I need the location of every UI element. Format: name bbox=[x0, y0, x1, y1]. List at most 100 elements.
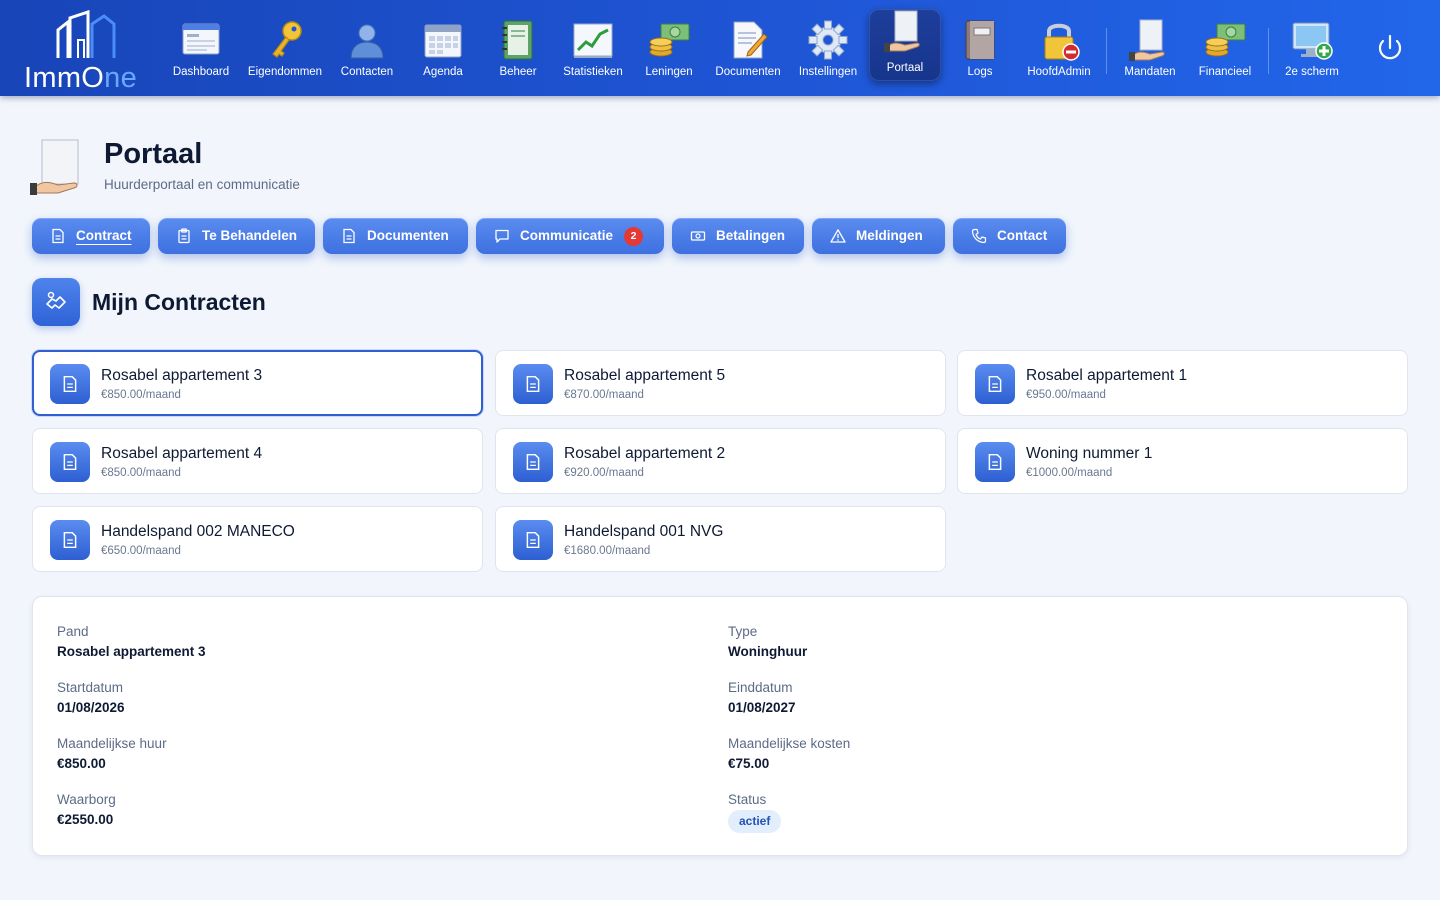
contract-details-panel: Pand Rosabel appartement 3 Type Woninghu… bbox=[32, 596, 1408, 856]
nav-label: 2e scherm bbox=[1285, 66, 1339, 78]
contract-name: Handelspand 001 NVG bbox=[564, 523, 724, 540]
immone-logo[interactable]: ImmOne bbox=[24, 8, 150, 94]
contract-price: €650.00/maand bbox=[101, 545, 181, 557]
contract-name: Handelspand 002 MANECO bbox=[101, 523, 295, 540]
contract-card[interactable]: Rosabel appartement 5 €870.00/maand bbox=[495, 350, 946, 416]
contract-price: €920.00/maand bbox=[564, 467, 644, 479]
contract-price: €1000.00/maand bbox=[1026, 467, 1113, 479]
dashboard-window-icon bbox=[182, 23, 220, 55]
nav-2e-scherm[interactable]: 2e scherm bbox=[1273, 10, 1351, 82]
waarborg-value: €2550.00 bbox=[57, 812, 114, 827]
einddatum-label: Einddatum bbox=[728, 680, 793, 695]
contract-document-icon bbox=[513, 442, 553, 482]
contract-name: Rosabel appartement 4 bbox=[101, 445, 263, 462]
section-title: Mijn Contracten bbox=[92, 289, 266, 315]
contract-card[interactable]: Handelspand 001 NVG €1680.00/maand bbox=[495, 506, 946, 572]
contract-price: €870.00/maand bbox=[564, 389, 644, 401]
top-navigation-bar: ImmOne Dashboard Eigendommen Contacten A… bbox=[0, 0, 1440, 96]
hand-document-icon bbox=[1129, 19, 1165, 61]
nav-financieel[interactable]: Financieel bbox=[1186, 10, 1264, 82]
portal-page-icon bbox=[30, 139, 79, 195]
person-icon bbox=[350, 24, 384, 59]
contract-card[interactable]: Rosabel appartement 1 €950.00/maand bbox=[957, 350, 1408, 416]
type-value: Woninghuur bbox=[728, 644, 808, 659]
contract-document-icon bbox=[50, 364, 90, 404]
contract-document-icon bbox=[513, 520, 553, 560]
banknote-icon bbox=[690, 231, 706, 241]
nav-label: HoofdAdmin bbox=[1027, 66, 1091, 78]
document-pen-icon bbox=[733, 21, 768, 59]
contract-card[interactable]: Handelspand 002 MANECO €650.00/maand bbox=[32, 506, 483, 572]
nav-documenten[interactable]: Documenten bbox=[709, 10, 787, 82]
nav-label: Financieel bbox=[1198, 66, 1252, 78]
money-coins-icon bbox=[649, 23, 690, 57]
contract-card[interactable]: Woning nummer 1 €1000.00/maand bbox=[957, 428, 1408, 494]
clipboard-icon bbox=[178, 228, 190, 244]
contract-document-icon bbox=[513, 364, 553, 404]
tab-label: Contact bbox=[997, 228, 1048, 243]
pand-label: Pand bbox=[57, 624, 89, 639]
hand-document-icon bbox=[884, 10, 920, 52]
tab-label: Betalingen bbox=[716, 228, 786, 243]
type-label: Type bbox=[728, 624, 758, 639]
tab-label: Meldingen bbox=[856, 228, 923, 243]
tab-label: Documenten bbox=[367, 228, 449, 243]
contract-name: Rosabel appartement 5 bbox=[564, 367, 726, 384]
kosten-value: €75.00 bbox=[728, 756, 770, 771]
contract-handshake-icon bbox=[32, 278, 80, 326]
power-icon bbox=[1378, 34, 1402, 60]
tab-contact[interactable]: Contact bbox=[953, 218, 1066, 254]
power-button[interactable] bbox=[1374, 30, 1406, 66]
status-label: Status bbox=[728, 792, 767, 807]
tab-betalingen[interactable]: Betalingen bbox=[672, 218, 804, 254]
contract-card[interactable]: Rosabel appartement 4 €850.00/maand bbox=[32, 428, 483, 494]
phone-icon bbox=[971, 228, 987, 244]
communicatie-badge: 2 bbox=[624, 227, 643, 246]
contract-document-icon bbox=[50, 520, 90, 560]
pand-value: Rosabel appartement 3 bbox=[57, 644, 206, 659]
kosten-label: Maandelijkse kosten bbox=[728, 736, 851, 751]
tab-label: Te Behandelen bbox=[202, 228, 298, 243]
gear-icon bbox=[808, 20, 848, 60]
nav-leningen[interactable]: Leningen bbox=[630, 10, 708, 82]
status-badge: actief bbox=[728, 810, 782, 833]
tab-communicatie[interactable]: Communicatie 2 bbox=[476, 218, 664, 254]
tab-te-behandelen[interactable]: Te Behandelen bbox=[158, 218, 315, 254]
waarborg-label: Waarborg bbox=[57, 792, 116, 807]
contract-price: €1680.00/maand bbox=[564, 545, 651, 557]
nav-logs[interactable]: Logs bbox=[941, 10, 1019, 82]
contract-price: €850.00/maand bbox=[101, 389, 181, 401]
tab-meldingen[interactable]: Meldingen bbox=[812, 218, 945, 254]
contract-card[interactable]: Rosabel appartement 3 €850.00/maand bbox=[32, 350, 483, 416]
contract-document-icon bbox=[50, 442, 90, 482]
contract-name: Woning nummer 1 bbox=[1026, 445, 1153, 462]
tab-contract[interactable]: Contract bbox=[32, 218, 150, 254]
document-icon bbox=[343, 228, 355, 244]
einddatum-value: 01/08/2027 bbox=[728, 700, 796, 715]
contract-document-icon bbox=[975, 364, 1015, 404]
logbook-icon bbox=[965, 20, 995, 60]
calendar-icon bbox=[424, 24, 462, 58]
startdatum-label: Startdatum bbox=[57, 680, 124, 695]
huur-label: Maandelijkse huur bbox=[57, 736, 167, 751]
contract-name: Rosabel appartement 1 bbox=[1026, 367, 1188, 384]
nav-instellingen[interactable]: Instellingen bbox=[789, 10, 867, 82]
contract-name: Rosabel appartement 2 bbox=[564, 445, 726, 462]
nav-eigendommen[interactable]: Eigendommen bbox=[246, 10, 324, 82]
nav-dashboard[interactable]: Dashboard bbox=[162, 10, 240, 82]
contract-document-icon bbox=[975, 442, 1015, 482]
logo-text: ImmOne bbox=[24, 62, 137, 94]
tab-label: Communicatie bbox=[520, 228, 614, 243]
contract-price: €950.00/maand bbox=[1026, 389, 1106, 401]
huur-value: €850.00 bbox=[57, 756, 106, 771]
tab-documenten[interactable]: Documenten bbox=[323, 218, 468, 254]
monitor-add-icon bbox=[1292, 22, 1333, 60]
contract-price: €850.00/maand bbox=[101, 467, 181, 479]
contract-card[interactable]: Rosabel appartement 2 €920.00/maand bbox=[495, 428, 946, 494]
nav-hoofdadmin[interactable]: HoofdAdmin bbox=[1020, 10, 1098, 82]
key-icon bbox=[272, 21, 302, 58]
page-title: Portaal bbox=[104, 138, 203, 170]
startdatum-value: 01/08/2026 bbox=[57, 700, 125, 715]
building-logo-icon bbox=[56, 10, 116, 58]
page-subtitle: Huurderportaal en communicatie bbox=[104, 177, 300, 192]
